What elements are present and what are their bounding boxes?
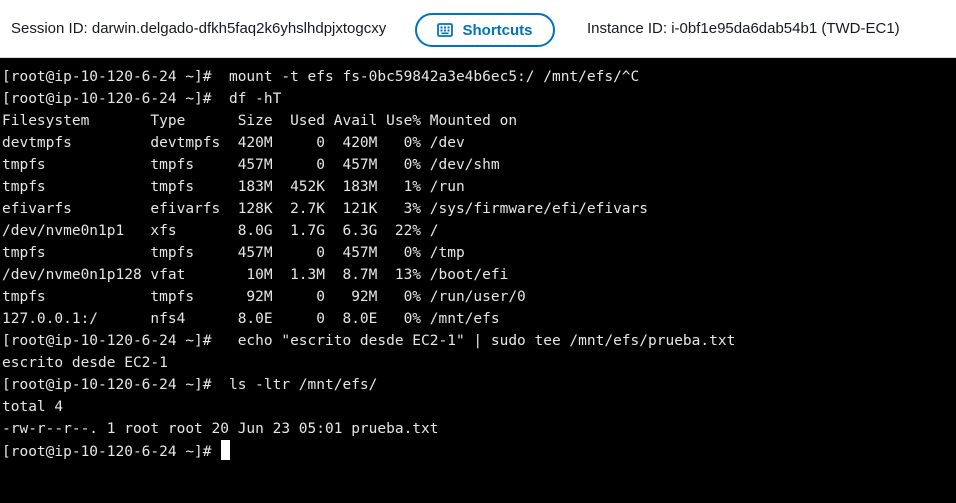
terminal-line: tmpfs tmpfs 92M 0 92M 0% /run/user/0 [2, 289, 526, 305]
terminal-line: total 4 [2, 399, 64, 415]
keyboard-icon [437, 23, 454, 37]
terminal-line: escrito desde EC2-1 [2, 355, 168, 371]
terminal-prompt: [root@ip-10-120-6-24 ~]# [2, 444, 221, 460]
instance-id-label: Instance ID: i-0bf1e95da6dab54b1 (TWD-EC… [587, 20, 900, 37]
terminal-line: -rw-r--r--. 1 root root 20 Jun 23 05:01 … [2, 421, 439, 437]
terminal-prompt-line[interactable]: [root@ip-10-120-6-24 ~]# [2, 440, 956, 462]
shortcuts-label: Shortcuts [462, 21, 533, 39]
terminal-line: /dev/nvme0n1p128 vfat 10M 1.3M 8.7M 13% … [2, 267, 509, 283]
terminal-line: [root@ip-10-120-6-24 ~]# df -hT [2, 91, 282, 107]
terminal-cursor [221, 440, 231, 460]
terminal-line: 127.0.0.1:/ nfs4 8.0E 0 8.0E 0% /mnt/efs [2, 311, 500, 327]
terminal-line: efivarfs efivarfs 128K 2.7K 121K 3% /sys… [2, 201, 649, 217]
terminal-line: /dev/nvme0n1p1 xfs 8.0G 1.7G 6.3G 22% / [2, 223, 439, 239]
session-header: Session ID: darwin.delgado-dfkh5faq2k6yh… [0, 0, 956, 58]
terminal-line: devtmpfs devtmpfs 420M 0 420M 0% /dev [2, 135, 465, 151]
terminal-line: Filesystem Type Size Used Avail Use% Mou… [2, 113, 518, 129]
session-id-label: Session ID: darwin.delgado-dfkh5faq2k6yh… [11, 20, 387, 37]
terminal-line: [root@ip-10-120-6-24 ~]# echo "escrito d… [2, 333, 736, 349]
terminal-output[interactable]: [root@ip-10-120-6-24 ~]# mount -t efs fs… [0, 58, 956, 503]
terminal-line: [root@ip-10-120-6-24 ~]# mount -t efs fs… [2, 69, 640, 85]
terminal-line: [root@ip-10-120-6-24 ~]# ls -ltr /mnt/ef… [2, 377, 378, 393]
terminal-line: tmpfs tmpfs 457M 0 457M 0% /tmp [2, 245, 465, 261]
shortcuts-button[interactable]: Shortcuts [415, 13, 555, 47]
terminal-line: tmpfs tmpfs 457M 0 457M 0% /dev/shm [2, 157, 500, 173]
terminal-line: tmpfs tmpfs 183M 452K 183M 1% /run [2, 179, 465, 195]
